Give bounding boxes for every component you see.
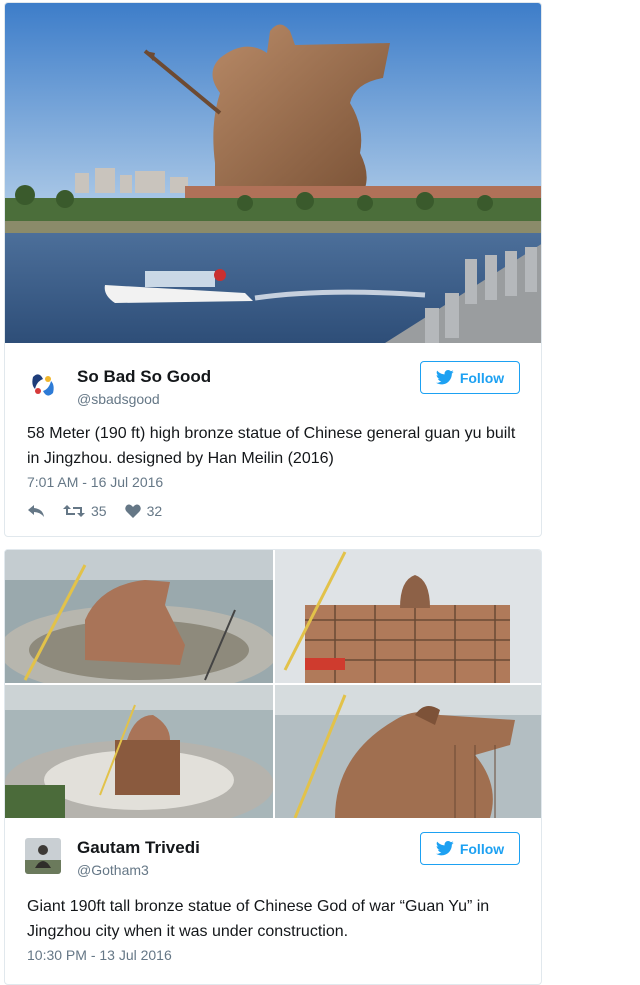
retweet-count: 35: [91, 503, 107, 519]
twitter-bird-icon: [435, 841, 454, 856]
retweet-icon: [63, 505, 85, 517]
construction-photo-1[interactable]: [5, 550, 273, 683]
construction-photo-4[interactable]: [275, 685, 541, 818]
display-name[interactable]: So Bad So Good: [77, 367, 211, 387]
retweet-button[interactable]: 35: [63, 503, 107, 519]
user-handle[interactable]: @Gotham3: [77, 862, 149, 878]
statue-photo[interactable]: [5, 3, 541, 343]
reply-button[interactable]: [27, 504, 45, 518]
avatar[interactable]: [25, 838, 61, 874]
tweet-timestamp[interactable]: 7:01 AM - 16 Jul 2016: [27, 474, 163, 490]
tweet-text: Giant 190ft tall bronze statue of Chines…: [27, 898, 490, 940]
tweet-actions: 35 32: [27, 503, 180, 519]
tweet-author: So Bad So Good @sbadsgood Follow: [5, 361, 541, 415]
construction-photo-2[interactable]: [275, 550, 541, 683]
follow-label: Follow: [459, 369, 505, 386]
tweet-author: Gautam Trivedi @Gotham3 Follow: [5, 832, 541, 886]
follow-button[interactable]: Follow: [420, 832, 520, 865]
user-handle[interactable]: @sbadsgood: [77, 391, 160, 407]
twitter-bird-icon: [435, 370, 454, 385]
avatar[interactable]: [25, 367, 61, 403]
tweet-timestamp[interactable]: 10:30 PM - 13 Jul 2016: [27, 947, 172, 963]
tweet-card-2: Gautam Trivedi @Gotham3 Follow Giant 190…: [4, 549, 542, 985]
follow-label: Follow: [459, 840, 505, 857]
construction-photo-3[interactable]: [5, 685, 273, 818]
reply-icon: [28, 505, 44, 517]
like-count: 32: [146, 503, 163, 519]
follow-button[interactable]: Follow: [420, 361, 520, 394]
tweet-text: 58 Meter (190 ft) high bronze statue of …: [27, 425, 516, 467]
tweet-card-1: So Bad So Good @sbadsgood Follow 58 Mete…: [4, 2, 542, 537]
heart-icon: [124, 504, 141, 518]
photo-grid: [5, 550, 541, 820]
display-name[interactable]: Gautam Trivedi: [77, 838, 200, 858]
like-button[interactable]: 32: [124, 503, 163, 519]
